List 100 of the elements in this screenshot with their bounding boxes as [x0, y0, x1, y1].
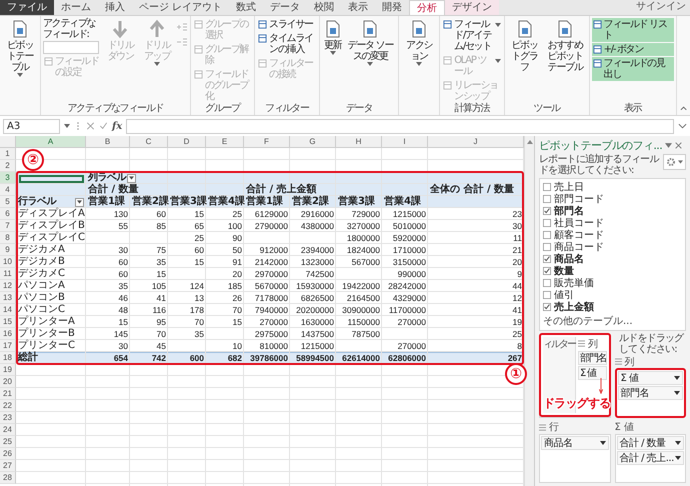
column-header[interactable]: G: [290, 136, 336, 148]
field-name[interactable]: 商品名: [554, 252, 584, 266]
ribbon-button[interactable]: フィールド リスト: [592, 18, 674, 42]
field-name[interactable]: 商品コード: [554, 240, 604, 254]
checkbox[interactable]: [543, 183, 551, 191]
settings-button[interactable]: [663, 154, 686, 170]
row-header[interactable]: 6: [0, 208, 16, 220]
ribbon-tab[interactable]: 表示: [341, 0, 376, 15]
row-header[interactable]: 24: [0, 424, 16, 436]
column-header[interactable]: A: [16, 136, 86, 148]
ribbon-tab[interactable]: 挿入: [98, 0, 132, 15]
row-header[interactable]: 25: [0, 436, 16, 448]
row-header[interactable]: 7: [0, 220, 16, 232]
column-header[interactable]: E: [206, 136, 244, 148]
field-name[interactable]: 販売単価: [554, 276, 594, 290]
filter-dropdown-button[interactable]: [127, 174, 136, 182]
formula-input[interactable]: [126, 118, 674, 134]
row-header[interactable]: 12: [0, 280, 16, 292]
area-field[interactable]: 部門名: [618, 386, 683, 400]
checkbox[interactable]: [543, 231, 551, 239]
selected-cell[interactable]: [19, 175, 84, 183]
ribbon-tab[interactable]: ファイル: [0, 0, 54, 15]
row-header[interactable]: 16: [0, 328, 16, 340]
ribbon-button[interactable]: データ ソースの変更: [344, 18, 396, 67]
ribbon-tab[interactable]: ページ レイアウト: [132, 0, 230, 15]
row-header[interactable]: 9: [0, 244, 16, 256]
ribbon-button[interactable]: ピボットグラフ: [506, 18, 543, 74]
field-name[interactable]: 売上日: [554, 180, 584, 194]
field-name[interactable]: 社員コード: [554, 216, 604, 230]
row-header[interactable]: 27: [0, 460, 16, 472]
row-header[interactable]: 1: [0, 148, 16, 160]
ribbon-tab[interactable]: データ: [263, 0, 308, 15]
ribbon-button[interactable]: 更新: [322, 18, 344, 56]
row-header[interactable]: 4: [0, 184, 16, 196]
expand-field-icon[interactable]: [176, 22, 188, 32]
area-field[interactable]: Σ 値: [618, 371, 683, 385]
field-name[interactable]: 数量: [554, 264, 574, 278]
checkbox[interactable]: [543, 267, 551, 275]
column-header[interactable]: F: [244, 136, 290, 148]
area-field[interactable]: 商品名: [541, 436, 608, 450]
row-header[interactable]: 20: [0, 376, 16, 388]
caret-icon[interactable]: [665, 142, 672, 148]
row-header[interactable]: 17: [0, 340, 16, 352]
ribbon-button[interactable]: タイムラインの挿入: [257, 32, 317, 56]
insert-function-button[interactable]: fx: [112, 120, 122, 132]
checkbox[interactable]: [543, 207, 551, 215]
scroll-up-icon[interactable]: [526, 140, 532, 144]
row-header[interactable]: 2: [0, 160, 16, 172]
row-header[interactable]: 22: [0, 400, 16, 412]
row-header[interactable]: 15: [0, 316, 16, 328]
row-header[interactable]: 11: [0, 268, 16, 280]
close-icon[interactable]: [675, 142, 682, 148]
row-header[interactable]: 26: [0, 448, 16, 460]
row-header[interactable]: 28: [0, 472, 16, 484]
sign-in-link[interactable]: サインイン: [636, 0, 690, 15]
ribbon-button[interactable]: フィールド/アイテム/セット: [442, 18, 502, 53]
column-header[interactable]: J: [428, 136, 524, 148]
column-header[interactable]: H: [336, 136, 382, 148]
area-field[interactable]: 合計 / 数量: [616, 436, 684, 450]
row-header[interactable]: 3: [0, 172, 16, 184]
field-name[interactable]: 部門名: [554, 204, 584, 218]
cancel-icon[interactable]: [86, 122, 95, 130]
checkbox[interactable]: [543, 303, 551, 311]
checkbox[interactable]: [543, 195, 551, 203]
area-field[interactable]: 合計 / 売上...: [616, 450, 684, 464]
row-header[interactable]: 21: [0, 388, 16, 400]
column-header[interactable]: I: [382, 136, 428, 148]
drag-handle-icon[interactable]: [77, 121, 79, 131]
ribbon-button[interactable]: アクション: [401, 18, 438, 67]
row-header[interactable]: 14: [0, 304, 16, 316]
ribbon-button[interactable]: フィールドの見出し: [592, 57, 674, 81]
row-header[interactable]: 23: [0, 412, 16, 424]
checkbox[interactable]: [543, 219, 551, 227]
field-name[interactable]: 顧客コード: [554, 228, 604, 242]
row-header[interactable]: 13: [0, 292, 16, 304]
ribbon-tab[interactable]: 分析: [409, 0, 446, 15]
ribbon-tab[interactable]: デザイン: [445, 0, 500, 15]
scrollbar[interactable]: [524, 136, 534, 486]
ribbon-button[interactable]: おすすめピボットテーブル: [544, 18, 587, 74]
ribbon-tab[interactable]: 数式: [229, 0, 264, 15]
column-header[interactable]: B: [86, 136, 130, 148]
ribbon-tab[interactable]: 開発: [375, 0, 410, 15]
collapse-ribbon-icon[interactable]: [680, 106, 688, 111]
expand-icon[interactable]: [678, 122, 687, 130]
filter-dropdown-button[interactable]: [75, 198, 84, 206]
field-name[interactable]: 部門コード: [554, 192, 604, 206]
name-box[interactable]: A3: [3, 118, 60, 134]
caret-icon[interactable]: [64, 124, 70, 128]
row-header[interactable]: 18: [0, 352, 16, 364]
ribbon-button[interactable]: +/- ボタン: [592, 43, 674, 56]
row-header[interactable]: 10: [0, 256, 16, 268]
row-header[interactable]: 5: [0, 196, 16, 208]
row-header[interactable]: 8: [0, 232, 16, 244]
ribbon-tab[interactable]: ホーム: [54, 0, 98, 15]
ribbon-button[interactable]: ピボットテーブル: [2, 18, 38, 78]
ribbon-tab[interactable]: 校閲: [307, 0, 342, 15]
checkbox[interactable]: [543, 255, 551, 263]
checkbox[interactable]: [543, 291, 551, 299]
collapse-field-icon[interactable]: [176, 37, 188, 47]
column-header[interactable]: D: [168, 136, 206, 148]
